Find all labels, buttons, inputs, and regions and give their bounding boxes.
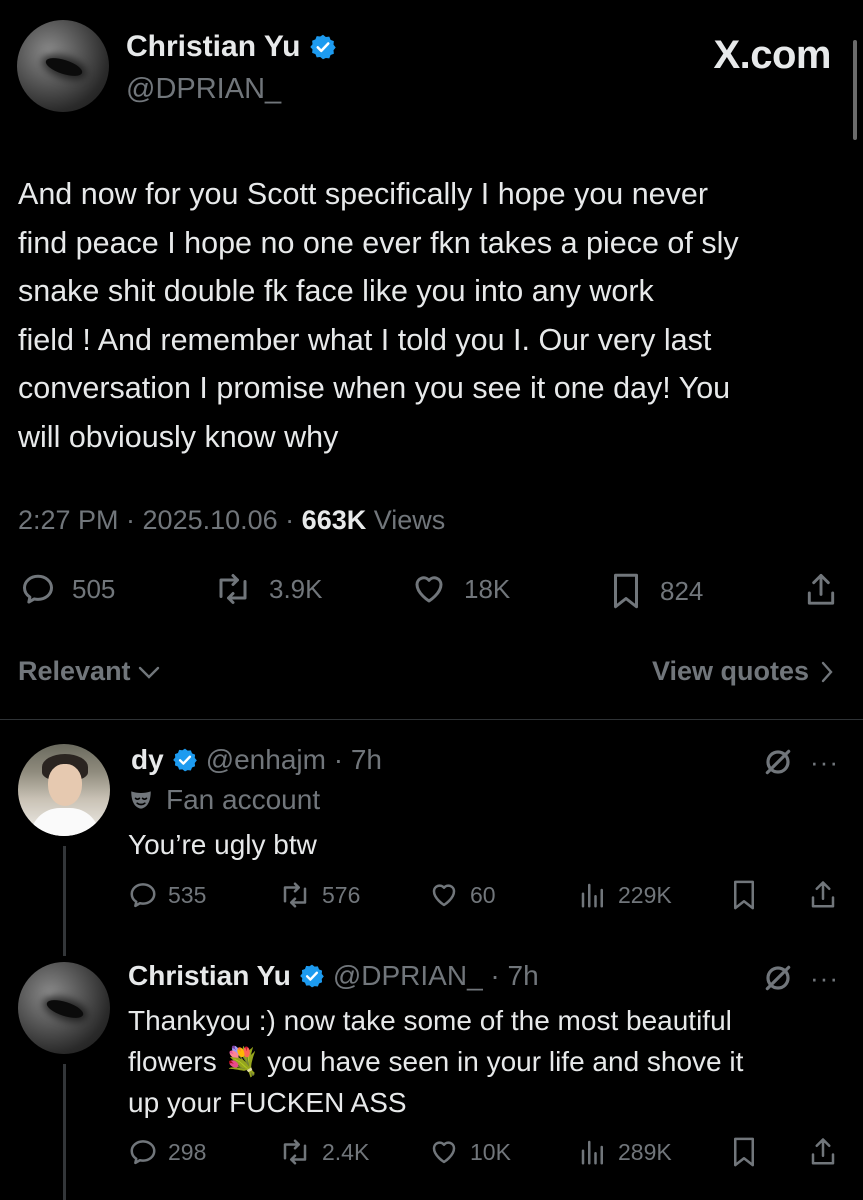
bookmark-count: 824 xyxy=(660,575,704,606)
divider xyxy=(0,719,863,720)
verified-badge-icon xyxy=(300,964,324,988)
reply-handle-time[interactable]: @enhajm · 7h xyxy=(206,744,382,776)
like-count: 18K xyxy=(464,573,511,604)
grok-icon xyxy=(765,965,791,991)
bookmark-icon xyxy=(734,880,754,910)
author-display-name[interactable]: Christian Yu xyxy=(126,30,301,64)
like-button[interactable]: 10K xyxy=(428,1137,511,1167)
bookmark-icon xyxy=(734,1137,754,1167)
repost-icon xyxy=(283,882,307,908)
grok-button[interactable] xyxy=(762,962,794,999)
avatar-shirt xyxy=(30,808,100,836)
repost-button[interactable]: 3.9K xyxy=(213,571,323,607)
reply-text: You’re ugly btw xyxy=(128,829,317,860)
bookmark-button[interactable] xyxy=(729,878,759,912)
reply-icon xyxy=(130,883,156,908)
repost-count: 3.9K xyxy=(269,573,323,604)
verified-badge-icon xyxy=(172,748,197,772)
chevron-down-icon xyxy=(138,666,159,679)
author-name-row[interactable]: Christian Yu xyxy=(126,30,337,64)
sort-relevant-label: Relevant xyxy=(18,656,131,686)
reply-avatar-christian[interactable] xyxy=(18,962,110,1054)
bookmark-button[interactable]: 824 xyxy=(608,571,703,611)
chevron-right-icon xyxy=(821,661,833,682)
heart-icon xyxy=(415,576,443,603)
like-count: 60 xyxy=(470,881,496,908)
views-count: 229K xyxy=(618,881,672,908)
mask-icon xyxy=(131,791,151,809)
sort-relevant-dropdown[interactable]: Relevant xyxy=(18,656,161,687)
fan-account-label: Fan account xyxy=(128,784,320,816)
share-button[interactable] xyxy=(808,878,838,912)
tweet-timestamp[interactable]: 2:27 PM · 2025.10.06 · xyxy=(18,505,302,535)
analytics-icon xyxy=(581,883,603,908)
repost-button[interactable]: 576 xyxy=(278,880,360,910)
views-count: 663K xyxy=(301,505,367,535)
reply-button[interactable]: 505 xyxy=(20,571,115,607)
more-options-icon[interactable]: ··· xyxy=(810,963,839,994)
verified-badge-icon xyxy=(309,34,336,60)
bookmark-button[interactable] xyxy=(729,1135,759,1169)
repost-icon xyxy=(283,1139,307,1165)
views-button[interactable]: 229K xyxy=(578,880,672,910)
repost-count: 576 xyxy=(322,881,361,908)
views-button[interactable]: 289K xyxy=(578,1137,672,1167)
tweet-meta: 2:27 PM · 2025.10.06 · 663K Views xyxy=(18,505,445,536)
tweet-text: And now for you Scott specifically I hop… xyxy=(18,177,739,454)
thread-line xyxy=(63,1064,66,1200)
reply-button[interactable]: 298 xyxy=(128,1137,206,1167)
views-label: Views xyxy=(366,505,446,535)
reply-handle-time[interactable]: @DPRIAN_ · 7h xyxy=(333,960,539,992)
share-button[interactable] xyxy=(803,571,839,609)
reply-header: dy @enhajm · 7h xyxy=(131,744,382,776)
bookmark-icon xyxy=(614,573,638,609)
reply-text: Thankyou :) now take some of the most be… xyxy=(128,1005,744,1118)
reply-display-name[interactable]: dy xyxy=(131,744,164,776)
more-options-icon[interactable]: ··· xyxy=(810,747,839,778)
scrollbar[interactable] xyxy=(853,40,857,140)
heart-icon xyxy=(432,884,456,907)
share-icon xyxy=(811,881,835,908)
brand-watermark: X.com xyxy=(713,33,831,77)
reply-count: 535 xyxy=(168,881,207,908)
reply-icon xyxy=(23,574,53,604)
thread-line xyxy=(63,846,66,956)
views-count: 289K xyxy=(618,1138,672,1165)
view-quotes-label: View quotes xyxy=(651,656,809,686)
reply-icon xyxy=(130,1140,156,1165)
repost-count: 2.4K xyxy=(322,1138,370,1165)
fan-account-text: Fan account xyxy=(166,784,321,815)
view-quotes-link[interactable]: View quotes xyxy=(652,656,835,687)
author-handle[interactable]: @DPRIAN_ xyxy=(126,73,281,106)
heart-icon xyxy=(432,1141,456,1164)
like-count: 10K xyxy=(470,1138,511,1165)
reply-count: 505 xyxy=(72,573,116,604)
reply-count: 298 xyxy=(168,1138,207,1165)
avatar-face xyxy=(48,764,82,806)
share-button[interactable] xyxy=(808,1135,838,1169)
grok-button[interactable] xyxy=(762,746,794,783)
grok-icon xyxy=(765,749,791,775)
share-icon xyxy=(811,1138,835,1165)
reply-button[interactable]: 535 xyxy=(128,880,206,910)
repost-icon xyxy=(219,574,247,604)
repost-button[interactable]: 2.4K xyxy=(278,1137,369,1167)
author-avatar[interactable] xyxy=(17,20,109,112)
reply-header: Christian Yu @DPRIAN_ · 7h xyxy=(128,960,539,992)
analytics-icon xyxy=(581,1140,603,1165)
share-icon xyxy=(807,573,835,605)
reply-avatar-dy[interactable] xyxy=(18,744,110,836)
like-button[interactable]: 60 xyxy=(428,880,496,910)
like-button[interactable]: 18K xyxy=(410,571,510,607)
reply-display-name[interactable]: Christian Yu xyxy=(128,960,291,992)
